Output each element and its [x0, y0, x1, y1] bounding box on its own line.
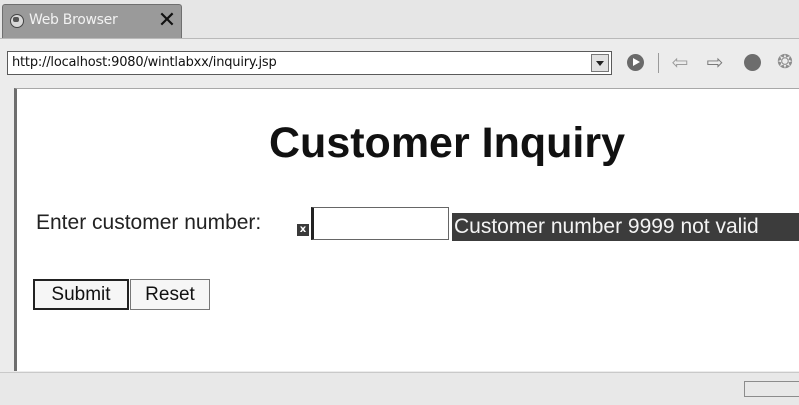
- status-field: [744, 381, 799, 397]
- back-icon[interactable]: ⇦: [669, 52, 691, 74]
- error-marker-icon: x: [297, 224, 309, 236]
- status-bar: [0, 372, 799, 405]
- page-title: Customer Inquiry: [269, 119, 625, 167]
- submit-button[interactable]: Submit: [33, 279, 129, 310]
- refresh-icon[interactable]: ❂: [774, 52, 796, 74]
- tab-label: Web Browser: [29, 12, 118, 28]
- stop-icon[interactable]: [742, 52, 764, 74]
- error-message: Customer number 9999 not valid: [452, 213, 799, 241]
- tab-web-browser[interactable]: Web Browser ✕: [2, 4, 182, 38]
- customer-number-label: Enter customer number:: [36, 211, 262, 234]
- go-icon[interactable]: [625, 52, 647, 74]
- globe-icon: [10, 14, 24, 28]
- reset-button[interactable]: Reset: [130, 279, 210, 310]
- forward-icon[interactable]: ⇨: [704, 52, 726, 74]
- address-url[interactable]: http://localhost:9080/wintlabxx/inquiry.…: [12, 55, 277, 70]
- page-content: Customer Inquiry Enter customer number: …: [14, 88, 799, 371]
- customer-number-input[interactable]: [311, 207, 449, 240]
- toolbar-separator: [658, 53, 659, 73]
- close-icon[interactable]: ✕: [156, 9, 178, 33]
- tab-strip: Web Browser ✕: [0, 0, 799, 39]
- address-bar[interactable]: http://localhost:9080/wintlabxx/inquiry.…: [7, 51, 612, 75]
- dropdown-icon[interactable]: [591, 54, 609, 72]
- browser-toolbar: http://localhost:9080/wintlabxx/inquiry.…: [0, 39, 799, 87]
